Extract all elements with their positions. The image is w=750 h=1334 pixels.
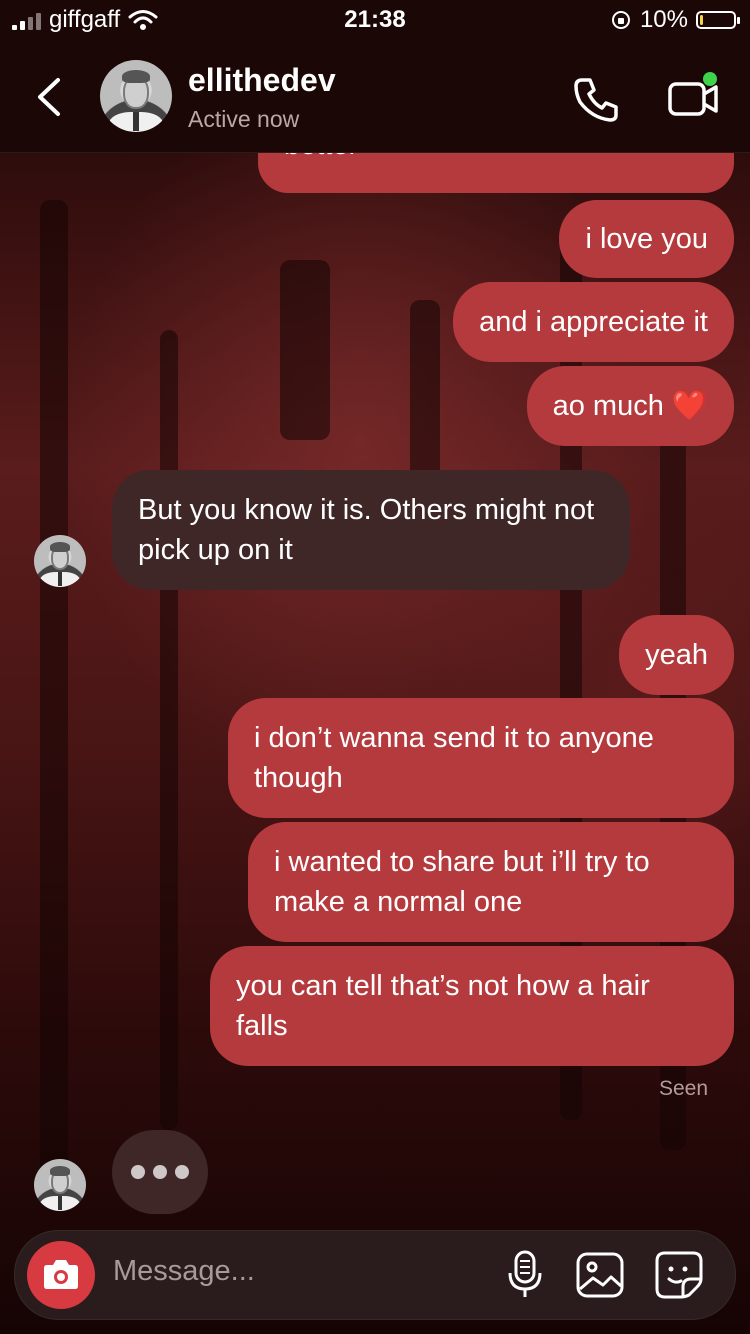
message-composer: Message...	[14, 1230, 736, 1320]
battery-level	[700, 15, 703, 25]
battery-icon	[696, 11, 740, 29]
phone-icon[interactable]	[568, 72, 624, 128]
avatar[interactable]	[100, 60, 172, 132]
message-bubble-outgoing[interactable]: i love you	[559, 200, 734, 278]
avatar[interactable]	[34, 535, 86, 587]
message-bubble-outgoing[interactable]: i don’t wanna send it to anyone though	[228, 698, 734, 818]
message-text: yeah	[645, 639, 708, 671]
avatar[interactable]	[34, 1159, 86, 1211]
typing-dot	[153, 1165, 167, 1179]
message-bubble-outgoing[interactable]: you can tell that’s not how a hair falls	[210, 946, 734, 1066]
message-bubble-outgoing[interactable]: i wanted to share but i’ll try to make a…	[248, 822, 734, 942]
message-bubble-outgoing[interactable]: ao much ❤️	[526, 366, 734, 446]
online-indicator	[703, 72, 717, 86]
status-right: 10%	[610, 6, 740, 34]
camera-icon	[44, 1260, 78, 1289]
chat-header: ellithedev Active now	[0, 42, 750, 153]
message-bubble-incoming[interactable]: But you know it is. Others might not pic…	[112, 470, 630, 590]
message-text: But you know it is. Others might not pic…	[138, 494, 595, 566]
presence-status: Active now	[188, 106, 300, 132]
microphone-icon[interactable]	[503, 1249, 547, 1301]
typing-dot	[175, 1165, 189, 1179]
message-list[interactable]: better i love you and i appreciate it ao…	[0, 153, 750, 1230]
message-text: and i appreciate it	[479, 306, 708, 338]
sticker-icon[interactable]	[653, 1249, 705, 1301]
battery-percent: 10%	[639, 6, 688, 33]
message-bubble-outgoing[interactable]: better	[258, 153, 734, 193]
message-text: i wanted to share but i’ll try to make a…	[274, 846, 650, 918]
seen-receipt: Seen	[658, 1077, 708, 1100]
chevron-left-icon[interactable]	[30, 72, 70, 122]
rotation-lock-icon	[611, 11, 630, 29]
typing-indicator	[112, 1130, 208, 1214]
contact-name[interactable]: ellithedev	[188, 62, 336, 99]
message-text: ao much ❤️	[552, 390, 708, 422]
typing-dot	[131, 1165, 145, 1179]
message-input[interactable]: Message...	[113, 1255, 255, 1288]
camera-button[interactable]	[27, 1241, 95, 1309]
message-bubble-outgoing[interactable]: yeah	[619, 615, 734, 695]
message-text: you can tell that’s not how a hair falls	[236, 970, 650, 1042]
gallery-icon[interactable]	[575, 1251, 625, 1299]
message-bubble-outgoing[interactable]: and i appreciate it	[453, 282, 734, 362]
status-bar: giffgaff 21:38 10%	[0, 0, 750, 42]
message-text: i don’t wanna send it to anyone though	[254, 722, 654, 794]
message-text: i love you	[585, 223, 708, 255]
message-text: better	[284, 153, 708, 165]
